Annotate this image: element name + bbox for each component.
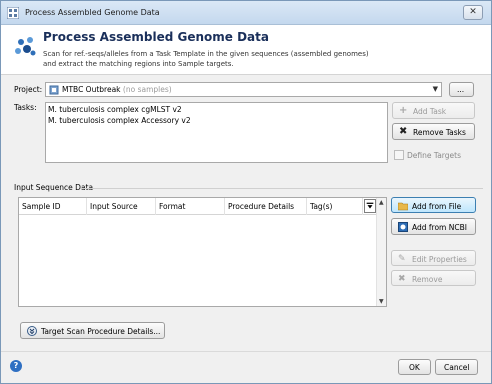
page-description: Scan for ref.-seqs/alleles from a Task T…	[43, 49, 463, 69]
column-header-procedure-details[interactable]: Procedure Details	[225, 198, 307, 215]
tasks-list[interactable]: M. tuberculosis complex cgMLST v2 M. tub…	[45, 102, 388, 163]
input-sequence-table[interactable]: Sample ID Input Source Format Procedure …	[18, 197, 387, 307]
dialog-header: Process Assembled Genome Data Scan for r…	[1, 25, 491, 75]
project-label: Project:	[14, 85, 43, 94]
table-scrollbar[interactable]: ▲ ▼	[376, 198, 386, 306]
description-line-2: and extract the matching regions into Sa…	[43, 60, 234, 68]
project-value: MTBC Outbreak (no samples)	[62, 85, 172, 94]
remove-tasks-button[interactable]: ✖ Remove Tasks	[392, 123, 475, 140]
edit-properties-button[interactable]: ✎ Edit Properties	[391, 250, 476, 266]
title-bar[interactable]: Process Assembled Genome Data ✕	[1, 1, 491, 25]
genome-process-icon	[15, 37, 36, 56]
remove-x-icon: ✖	[399, 126, 408, 137]
ok-button[interactable]: OK	[398, 359, 431, 375]
description-line-1: Scan for ref.-seqs/alleles from a Task T…	[43, 50, 369, 58]
edit-icon: ✎	[398, 254, 406, 264]
scroll-up-icon[interactable]: ▲	[379, 199, 384, 206]
define-targets-checkbox[interactable]	[394, 150, 404, 160]
task-item[interactable]: M. tuberculosis complex cgMLST v2	[48, 105, 182, 114]
tasks-label: Tasks:	[14, 103, 37, 112]
cancel-button[interactable]: Cancel	[435, 359, 478, 375]
define-targets-label: Define Targets	[407, 151, 461, 160]
folder-icon	[398, 202, 408, 211]
footer-divider	[1, 351, 491, 352]
ncbi-icon	[398, 222, 408, 232]
help-icon[interactable]: ?	[10, 360, 22, 372]
remove-x-icon: ✖	[398, 274, 406, 284]
plus-icon: +	[399, 105, 408, 116]
add-from-file-button[interactable]: Add from File	[391, 197, 476, 213]
group-divider	[81, 188, 483, 189]
window-title: Process Assembled Genome Data	[25, 8, 160, 17]
add-task-button[interactable]: + Add Task	[392, 102, 475, 119]
table-header: Sample ID Input Source Format Procedure …	[19, 198, 377, 215]
target-scan-procedure-button[interactable]: Target Scan Procedure Details...	[20, 322, 165, 339]
dialog-window: Process Assembled Genome Data ✕ Process …	[0, 0, 492, 384]
column-menu-icon[interactable]	[364, 199, 376, 213]
project-icon	[49, 85, 59, 95]
task-item[interactable]: M. tuberculosis complex Accessory v2	[48, 116, 191, 125]
expand-chevron-icon	[27, 326, 37, 336]
column-header-tags[interactable]: Tag(s)	[307, 198, 363, 215]
remove-input-button[interactable]: ✖ Remove	[391, 270, 476, 286]
scroll-down-icon[interactable]: ▼	[379, 298, 384, 305]
chevron-down-icon: ▼	[432, 85, 438, 93]
column-header-sample-id[interactable]: Sample ID	[19, 198, 87, 215]
column-header-input-source[interactable]: Input Source	[87, 198, 156, 215]
project-browse-button[interactable]: ...	[449, 82, 474, 97]
page-title: Process Assembled Genome Data	[43, 30, 269, 44]
column-header-format[interactable]: Format	[156, 198, 225, 215]
app-grid-icon	[7, 7, 19, 19]
add-from-ncbi-button[interactable]: Add from NCBI	[391, 218, 476, 235]
close-button[interactable]: ✕	[463, 5, 483, 20]
project-select[interactable]: MTBC Outbreak (no samples) ▼	[45, 82, 442, 97]
